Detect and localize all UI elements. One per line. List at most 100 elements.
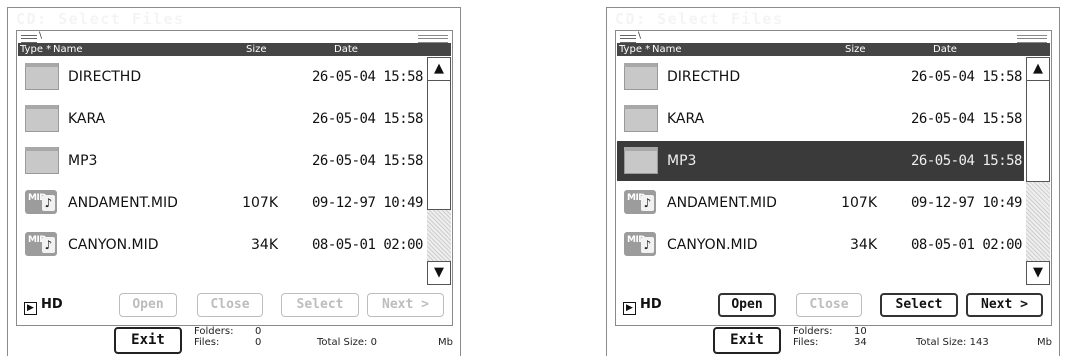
files-count: 0 [255,337,262,348]
file-date: 26-05-04 15:58 [311,153,424,169]
folders-label: Folders: [194,326,234,337]
grip-icon [418,35,448,43]
file-name: CANYON.MID [68,237,159,253]
file-date: 26-05-04 15:58 [311,69,424,85]
midi-file-icon: MID ♪ [25,190,57,214]
file-date: 26-05-04 15:58 [910,69,1023,85]
device-selector[interactable]: ▶ HD [24,297,63,315]
path-separator-icon: \ [39,31,43,41]
file-name: KARA [68,111,106,127]
exit-button[interactable]: Exit [713,327,781,354]
close-button[interactable]: Close [197,293,263,317]
file-row[interactable]: MID ♪ ANDAMENT.MID 107K 09-12-97 10:49 [617,183,1024,223]
play-icon: ▶ [24,302,37,315]
file-row[interactable]: MID ♪ ANDAMENT.MID 107K 09-12-97 10:49 [18,183,425,223]
total-size: Total Size: 143 [916,337,989,348]
file-row[interactable]: MP3 26-05-04 15:58 [18,141,425,181]
scrollbar[interactable]: ▲ ▼ [427,57,451,285]
file-name: MP3 [68,153,98,169]
col-type[interactable]: Type * [20,43,51,56]
file-row[interactable]: MID ♪ CANYON.MID 34K 08-05-01 02:00 [617,225,1024,265]
play-icon: ▶ [623,302,636,315]
folder-icon [25,105,59,132]
col-size[interactable]: Size [845,43,866,56]
file-row[interactable]: KARA 26-05-04 15:58 [18,99,425,139]
folder-icon [624,63,658,90]
file-date: 26-05-04 15:58 [910,111,1023,127]
file-name: DIRECTHD [68,69,142,85]
file-row[interactable]: DIRECTHD 26-05-04 15:58 [617,57,1024,97]
close-button[interactable]: Close [796,293,862,317]
button-bar: ▶ HD Open Close Select Next > Exit Folder… [16,293,453,354]
file-size: 34K [850,237,877,253]
total-size: Total Size: 0 [317,337,377,348]
file-list: DIRECTHD 26-05-04 15:58 KARA 26-05-04 15… [18,57,425,272]
select-files-dialog-left: CD: Select Files \ Type * Name Size Date… [7,7,461,356]
scroll-up-icon[interactable]: ▲ [1026,57,1050,81]
open-button[interactable]: Open [718,293,776,317]
col-name[interactable]: Name [652,43,682,56]
folder-icon [624,105,658,132]
file-row[interactable]: DIRECTHD 26-05-04 15:58 [18,57,425,97]
file-date: 08-05-01 02:00 [910,237,1023,253]
file-name: ANDAMENT.MID [667,195,777,211]
device-label: HD [640,297,662,312]
file-size: 107K [242,195,278,211]
file-row[interactable]: KARA 26-05-04 15:58 [617,99,1024,139]
grip-icon [620,35,636,43]
page-title: CD: Select Files [615,10,784,28]
file-name: KARA [667,111,705,127]
file-row[interactable]: MID ♪ CANYON.MID 34K 08-05-01 02:00 [18,225,425,265]
file-name: MP3 [667,153,697,169]
folder-icon [624,147,658,174]
button-bar: ▶ HD Open Close Select Next > Exit Folder… [615,293,1052,354]
scroll-thumb[interactable] [427,80,451,210]
size-unit: Mb [1037,337,1052,348]
col-name[interactable]: Name [53,43,83,56]
file-size: 34K [251,237,278,253]
files-label: Files: [793,337,819,348]
file-date: 26-05-04 15:58 [910,153,1023,169]
exit-button[interactable]: Exit [114,327,182,354]
scroll-up-icon[interactable]: ▲ [427,57,451,81]
files-count: 34 [854,337,867,348]
file-browser: \ Type * Name Size Date DIRECTHD 26-05-0… [16,30,453,326]
col-type[interactable]: Type * [619,43,650,56]
device-selector[interactable]: ▶ HD [623,297,662,315]
folders-label: Folders: [793,326,833,337]
files-label: Files: [194,337,220,348]
col-date[interactable]: Date [933,43,957,56]
folders-count: 0 [255,326,262,337]
next-button[interactable]: Next > [367,293,444,317]
select-button[interactable]: Select [281,293,359,317]
size-unit: Mb [438,337,453,348]
file-list: DIRECTHD 26-05-04 15:58 KARA 26-05-04 15… [617,57,1024,272]
folders-count: 10 [854,326,867,337]
open-button[interactable]: Open [119,293,177,317]
file-date: 26-05-04 15:58 [311,111,424,127]
select-button[interactable]: Select [880,293,958,317]
col-size[interactable]: Size [246,43,267,56]
file-name: ANDAMENT.MID [68,195,178,211]
folder-icon [25,63,59,90]
scroll-down-icon[interactable]: ▼ [1026,261,1050,285]
midi-file-icon: MID ♪ [624,190,656,214]
page-title: CD: Select Files [16,10,185,28]
grip-icon [1017,35,1047,43]
file-row-selected[interactable]: MP3 26-05-04 15:58 [617,141,1024,181]
column-header: Type * Name Size Date [18,43,451,56]
file-date: 09-12-97 10:49 [311,195,424,211]
col-date[interactable]: Date [334,43,358,56]
folder-icon [25,147,59,174]
scroll-thumb[interactable] [1026,80,1050,182]
file-date: 09-12-97 10:49 [910,195,1023,211]
grip-icon [21,35,37,43]
scroll-down-icon[interactable]: ▼ [427,261,451,285]
file-name: DIRECTHD [667,69,741,85]
scrollbar[interactable]: ▲ ▼ [1026,57,1050,285]
next-button[interactable]: Next > [966,293,1043,317]
file-name: CANYON.MID [667,237,758,253]
midi-file-icon: MID ♪ [25,232,57,256]
midi-file-icon: MID ♪ [624,232,656,256]
file-browser: \ Type * Name Size Date DIRECTHD 26-05-0… [615,30,1052,326]
